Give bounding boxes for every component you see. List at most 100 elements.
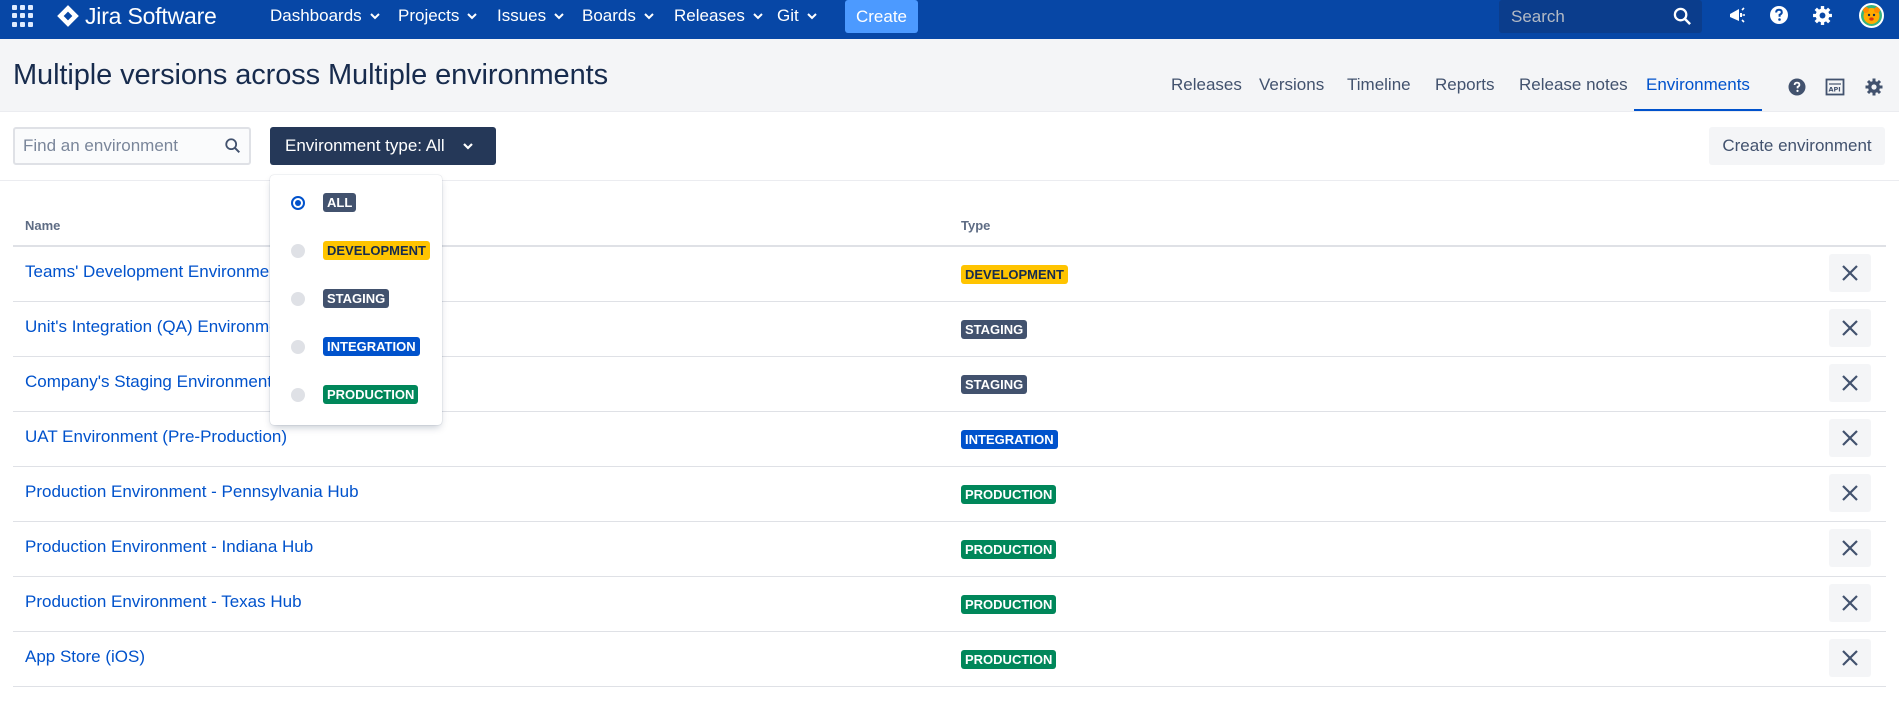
- delete-environment-button[interactable]: [1829, 364, 1871, 402]
- jira-diamond-icon: [57, 5, 79, 27]
- api-icon[interactable]: API: [1824, 76, 1846, 98]
- delete-environment-button[interactable]: [1829, 254, 1871, 292]
- table-row: App Store (iOS) PRODUCTION: [13, 632, 1886, 687]
- environment-name-link[interactable]: Company's Staging Environment: [25, 372, 272, 392]
- global-search-input[interactable]: [1511, 6, 1671, 27]
- close-icon: [1842, 375, 1858, 391]
- nav-projects[interactable]: Projects: [398, 5, 478, 27]
- tab-environments[interactable]: Environments: [1634, 75, 1762, 111]
- delete-environment-button[interactable]: [1829, 309, 1871, 347]
- create-environment-button[interactable]: Create environment: [1709, 127, 1885, 165]
- option-development[interactable]: DEVELOPMENT: [270, 231, 442, 271]
- option-all[interactable]: ALL: [270, 183, 442, 223]
- nav-issues[interactable]: Issues: [497, 5, 564, 27]
- nav-boards-label: Boards: [582, 6, 636, 25]
- option-production[interactable]: PRODUCTION: [270, 375, 442, 415]
- delete-environment-button[interactable]: [1829, 529, 1871, 567]
- settings-icon[interactable]: [1811, 4, 1833, 26]
- tab-versions[interactable]: Versions: [1259, 75, 1324, 111]
- close-icon: [1842, 320, 1858, 336]
- option-integration-lozenge: INTEGRATION: [323, 337, 420, 356]
- option-development-lozenge: DEVELOPMENT: [323, 241, 430, 260]
- table-row: Production Environment - Texas Hub PRODU…: [13, 577, 1886, 632]
- environment-type-label: Environment type: All: [285, 136, 445, 155]
- environment-name-link[interactable]: App Store (iOS): [25, 647, 145, 667]
- environment-name-link[interactable]: Production Environment - Pennsylvania Hu…: [25, 482, 359, 502]
- radio-button[interactable]: [291, 340, 305, 354]
- environment-type-lozenge: PRODUCTION: [961, 650, 1057, 669]
- environment-name-link[interactable]: Production Environment - Indiana Hub: [25, 537, 313, 557]
- environment-type-lozenge: STAGING: [961, 320, 1028, 339]
- environment-type-dropdown-button[interactable]: Environment type: All: [270, 127, 496, 165]
- delete-environment-button[interactable]: [1829, 584, 1871, 622]
- table-row: Production Environment - Pennsylvania Hu…: [13, 467, 1886, 522]
- nav-dashboards-label: Dashboards: [270, 6, 362, 25]
- top-navigation-bar: Jira Software Dashboards Projects Issues…: [0, 0, 1899, 39]
- environment-type-lozenge: PRODUCTION: [961, 540, 1057, 559]
- tab-release-notes[interactable]: Release notes: [1519, 75, 1628, 111]
- search-icon: [1673, 7, 1691, 25]
- chevron-down-icon: [467, 13, 478, 20]
- environment-name-link[interactable]: Teams' Development Environment: [25, 262, 283, 282]
- nav-dashboards[interactable]: Dashboards: [270, 5, 380, 27]
- tab-timeline[interactable]: Timeline: [1347, 75, 1411, 111]
- nav-releases-label: Releases: [674, 6, 745, 25]
- page-title: Multiple versions across Multiple enviro…: [13, 59, 608, 91]
- chevron-down-icon: [644, 13, 654, 20]
- environment-name-link[interactable]: UAT Environment (Pre-Production): [25, 427, 287, 447]
- svg-text:API: API: [1829, 86, 1841, 94]
- search-icon: [225, 138, 241, 154]
- environment-type-lozenge: STAGING: [961, 375, 1028, 394]
- nav-releases[interactable]: Releases: [674, 5, 763, 27]
- chevron-down-icon: [369, 13, 380, 20]
- find-environment-box[interactable]: [13, 127, 251, 165]
- option-integration[interactable]: INTEGRATION: [270, 327, 442, 367]
- brand-name: Jira Software: [85, 2, 217, 29]
- settings-icon[interactable]: [1863, 76, 1885, 98]
- radio-button[interactable]: [291, 244, 305, 258]
- close-icon: [1842, 485, 1858, 501]
- option-production-lozenge: PRODUCTION: [323, 385, 419, 404]
- tab-releases[interactable]: Releases: [1171, 75, 1242, 111]
- environment-type-menu: ALL DEVELOPMENT STAGING INTEGRATION PROD…: [270, 175, 442, 425]
- nav-issues-label: Issues: [497, 6, 547, 25]
- radio-button[interactable]: [291, 292, 305, 306]
- environment-type-lozenge: PRODUCTION: [961, 595, 1057, 614]
- app-switcher-icon[interactable]: [12, 5, 34, 27]
- nav-boards[interactable]: Boards: [582, 5, 654, 27]
- page-header: Multiple versions across Multiple enviro…: [0, 39, 1899, 112]
- jira-logo[interactable]: Jira Software: [55, 2, 217, 30]
- radio-button[interactable]: [291, 388, 305, 402]
- nav-projects-label: Projects: [398, 6, 460, 25]
- option-all-lozenge: ALL: [323, 193, 357, 212]
- chevron-down-icon: [753, 13, 763, 20]
- close-icon: [1842, 430, 1858, 446]
- notifications-icon[interactable]: [1726, 4, 1748, 26]
- chevron-down-icon: [463, 143, 473, 150]
- help-icon[interactable]: [1786, 76, 1808, 98]
- environment-name-link[interactable]: Unit's Integration (QA) Environment: [25, 317, 293, 337]
- option-staging-lozenge: STAGING: [323, 289, 390, 308]
- delete-environment-button[interactable]: [1829, 474, 1871, 512]
- environment-type-lozenge: DEVELOPMENT: [961, 265, 1068, 284]
- find-environment-input[interactable]: [23, 136, 218, 156]
- column-header-name[interactable]: Name: [25, 218, 60, 233]
- close-icon: [1842, 265, 1858, 281]
- delete-environment-button[interactable]: [1829, 639, 1871, 677]
- radio-button-checked[interactable]: [291, 196, 305, 210]
- tab-reports[interactable]: Reports: [1435, 75, 1495, 111]
- global-search[interactable]: [1499, 0, 1702, 33]
- help-icon[interactable]: [1768, 4, 1790, 26]
- column-header-type[interactable]: Type: [961, 218, 990, 233]
- environment-type-lozenge: PRODUCTION: [961, 485, 1057, 504]
- chevron-down-icon: [554, 13, 564, 20]
- close-icon: [1842, 540, 1858, 556]
- option-staging[interactable]: STAGING: [270, 279, 442, 319]
- create-button[interactable]: Create: [845, 0, 918, 33]
- environment-name-link[interactable]: Production Environment - Texas Hub: [25, 592, 302, 612]
- avatar[interactable]: [1859, 3, 1884, 28]
- delete-environment-button[interactable]: [1829, 419, 1871, 457]
- chevron-down-icon: [807, 13, 817, 20]
- nav-git[interactable]: Git: [777, 5, 817, 27]
- environment-type-lozenge: INTEGRATION: [961, 430, 1058, 449]
